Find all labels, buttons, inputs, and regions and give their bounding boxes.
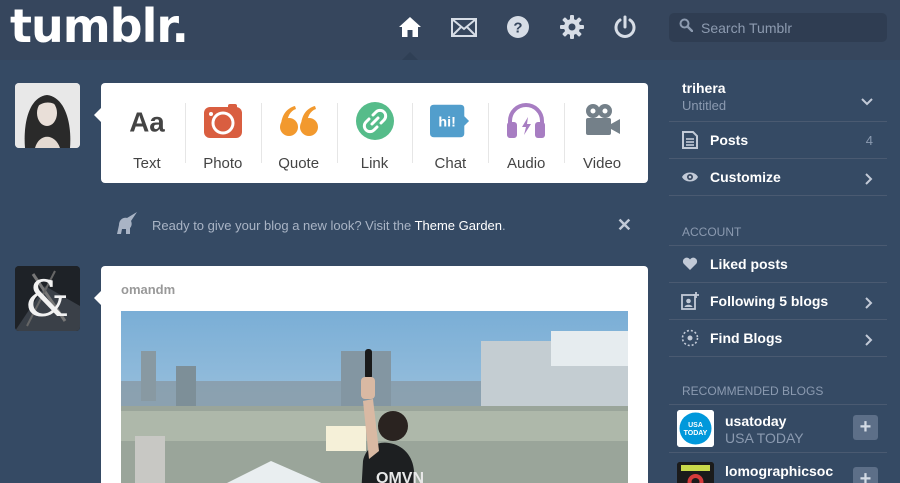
active-nav-indicator [402, 52, 418, 60]
mail-icon[interactable] [451, 14, 477, 40]
theme-garden-notice: Ready to give your blog a new look? Visi… [113, 210, 636, 240]
following-icon [681, 292, 699, 310]
follow-button[interactable]: + [853, 415, 878, 440]
video-camera-icon [582, 101, 622, 141]
recommended-blog[interactable]: USA TODAY usatoday USA TODAY + [669, 405, 887, 453]
dashboard-post: omandm OMVN [101, 266, 648, 483]
svg-text:Aa: Aa [129, 106, 165, 137]
recommended-section-title: RECOMMENDED BLOGS [669, 357, 887, 405]
link-icon [355, 101, 395, 141]
posts-count: 4 [865, 132, 873, 148]
unicorn-icon [113, 211, 139, 240]
user-avatar[interactable] [15, 83, 80, 148]
blog-name[interactable]: usatoday [725, 413, 786, 429]
post-type-photo[interactable]: Photo [184, 83, 261, 183]
svg-text:TODAY: TODAY [684, 430, 708, 437]
blog-name[interactable]: trihera [682, 80, 726, 96]
quote-icon [279, 101, 319, 141]
sidebar-item-liked-posts[interactable]: Liked posts [669, 246, 887, 283]
blog-avatar[interactable]: USA TODAY [677, 410, 714, 447]
tumblr-logo[interactable]: tumblr. [10, 3, 189, 49]
search-icon [679, 18, 694, 37]
notice-text: Ready to give your blog a new look? Visi… [152, 217, 415, 233]
sidebar-item-customize[interactable]: Customize [669, 159, 887, 196]
blog-avatar[interactable] [677, 462, 714, 483]
home-icon[interactable] [397, 14, 423, 40]
search-input[interactable] [701, 19, 881, 36]
svg-text:&: & [25, 270, 70, 328]
blog-name[interactable]: lomographicsoc [725, 463, 833, 479]
gear-icon[interactable] [559, 14, 585, 40]
compass-icon [681, 329, 699, 347]
recommended-blog[interactable]: lomographicsoc + [669, 453, 887, 483]
follow-button[interactable]: + [853, 467, 878, 483]
blog-switcher[interactable]: trihera Untitled [669, 60, 887, 122]
sidebar-item-posts[interactable]: Posts 4 [669, 122, 887, 159]
post-author-avatar[interactable]: & [15, 266, 80, 331]
search-box[interactable] [669, 13, 887, 42]
chevron-right-icon [865, 296, 873, 314]
headphones-icon [506, 101, 546, 141]
eye-icon [681, 168, 699, 186]
svg-text:?: ? [513, 20, 522, 37]
post-pointer [94, 291, 101, 305]
svg-text:USA: USA [688, 422, 703, 429]
theme-garden-link[interactable]: Theme Garden [415, 218, 502, 233]
help-icon[interactable]: ? [505, 14, 531, 40]
text-icon: Aa [127, 101, 167, 141]
sidebar: trihera Untitled Posts 4 Customize ACCOU… [669, 60, 887, 483]
avatar-pointer [94, 108, 101, 122]
svg-text:hi!: hi! [439, 115, 456, 131]
post-type-chat[interactable]: hi! Chat [412, 83, 488, 183]
post-type-audio[interactable]: Audio [488, 83, 564, 183]
chevron-right-icon [865, 172, 873, 190]
post-author[interactable]: omandm [121, 282, 175, 297]
chevron-down-icon[interactable] [861, 93, 873, 111]
post-type-video[interactable]: Video [564, 83, 640, 183]
camera-icon [203, 101, 243, 141]
chat-icon: hi! [430, 101, 470, 141]
chevron-right-icon [865, 333, 873, 351]
post-photo[interactable]: OMVN [121, 311, 628, 483]
svg-text:OMVN: OMVN [376, 470, 424, 483]
heart-icon [681, 255, 699, 273]
post-type-quote[interactable]: Quote [260, 83, 337, 183]
account-section-title: ACCOUNT [669, 196, 887, 246]
document-icon [681, 131, 699, 149]
top-bar: tumblr. ? [0, 0, 900, 56]
blog-title: USA TODAY [725, 430, 804, 446]
post-type-link[interactable]: Link [336, 83, 413, 183]
sidebar-item-following[interactable]: Following 5 blogs [669, 283, 887, 320]
blog-title: Untitled [682, 98, 727, 113]
close-icon[interactable]: ✕ [617, 215, 632, 236]
post-type-text[interactable]: Aa Text [109, 83, 185, 183]
power-icon[interactable] [612, 14, 638, 40]
post-type-selector: Aa Text Photo Quote Link hi! Chat Audio [101, 83, 648, 183]
sidebar-item-find-blogs[interactable]: Find Blogs [669, 320, 887, 357]
